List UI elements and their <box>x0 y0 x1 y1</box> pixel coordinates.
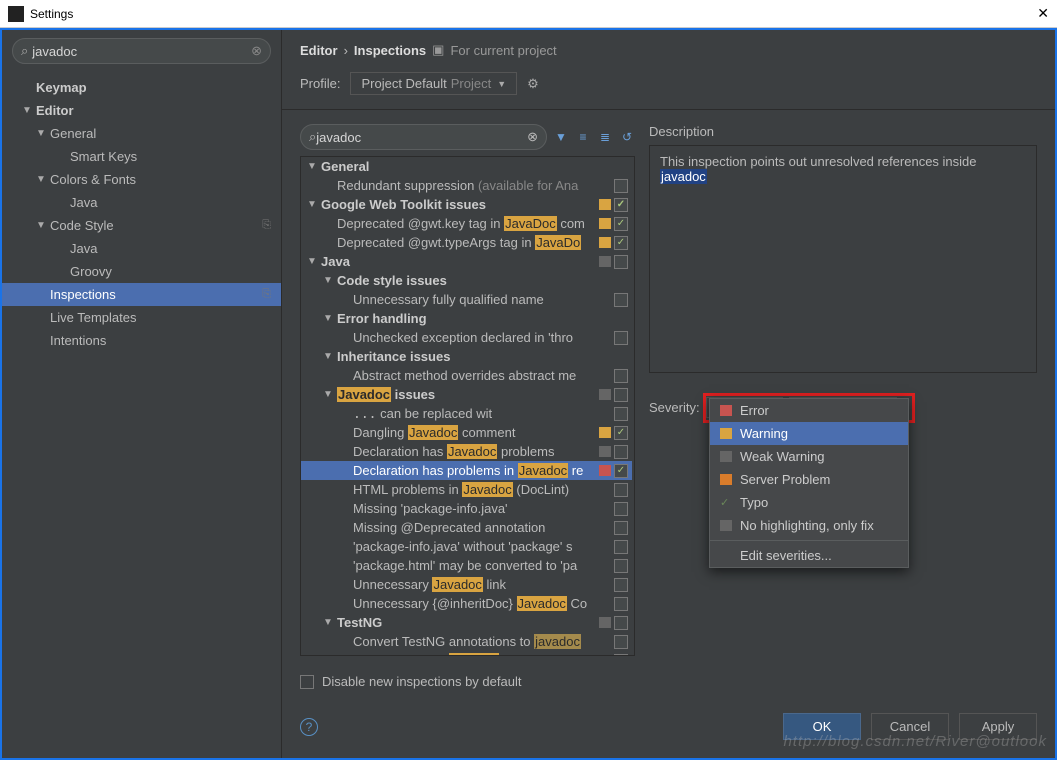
profile-row: Profile: Project Default Project ▼ ⚙ <box>282 66 1055 110</box>
cancel-button[interactable]: Cancel <box>871 713 949 740</box>
severity-option[interactable]: Error <box>710 399 908 422</box>
expand-icon[interactable]: ≡ <box>575 129 591 145</box>
sidebar-item[interactable]: Java <box>2 191 281 214</box>
inspection-item[interactable]: Deprecated @gwt.typeArgs tag in JavaDo✓ <box>301 233 632 252</box>
close-icon[interactable]: ✕ <box>1037 5 1049 22</box>
inspection-item[interactable]: Deprecated @gwt.key tag in JavaDoc com✓ <box>301 214 632 233</box>
chevron-down-icon: ▼ <box>497 79 506 89</box>
description-box: This inspection points out unresolved re… <box>649 145 1037 373</box>
description-text: This inspection points out unresolved re… <box>660 154 977 169</box>
sidebar-item[interactable]: Keymap <box>2 76 281 99</box>
sidebar-item[interactable]: ▼Editor <box>2 99 281 122</box>
severity-option[interactable]: Weak Warning <box>710 445 908 468</box>
main-panel: Editor › Inspections ▣ For current proje… <box>282 30 1055 758</box>
sidebar-item[interactable]: Inspections⎘ <box>2 283 281 306</box>
inspection-item[interactable]: Redundant suppression (available for Ana <box>301 176 632 195</box>
severity-option[interactable]: ✓Typo <box>710 491 908 514</box>
description-label: Description <box>649 124 1037 139</box>
ok-button[interactable]: OK <box>783 713 861 740</box>
breadcrumb-inspections: Inspections <box>354 43 426 58</box>
inspections-search-value: javadoc <box>316 130 527 145</box>
inspection-group[interactable]: ▼Java <box>301 252 632 271</box>
filter-icon[interactable]: ▼ <box>553 129 569 145</box>
sidebar-search-value: javadoc <box>32 44 251 59</box>
project-scope-icon: ▣ <box>432 42 444 58</box>
inspection-item[interactable]: HTML problems in Javadoc (DocLint) <box>301 480 632 499</box>
severity-option[interactable]: Warning <box>710 422 908 445</box>
clear-icon[interactable]: ⊗ <box>251 43 262 59</box>
sidebar-item[interactable]: Smart Keys <box>2 145 281 168</box>
help-icon[interactable]: ? <box>300 718 318 736</box>
severity-dropdown[interactable]: ErrorWarningWeak WarningServer Problem✓T… <box>709 398 909 568</box>
search-icon: ⌕ <box>21 43 28 59</box>
clear-icon[interactable]: ⊗ <box>527 129 538 145</box>
inspection-group[interactable]: ▼Code style issues <box>301 271 632 290</box>
inspection-item[interactable]: Abstract method overrides abstract me <box>301 366 632 385</box>
profile-label: Profile: <box>300 76 340 91</box>
inspection-item[interactable]: Unchecked exception declared in 'thro <box>301 328 632 347</box>
inspection-item[interactable]: Missing 'package-info.java' <box>301 499 632 518</box>
inspection-group[interactable]: ▼TestNG <box>301 613 632 632</box>
edit-severities[interactable]: Edit severities... <box>710 544 908 567</box>
inspection-group[interactable]: ▼Javadoc issues <box>301 385 632 404</box>
settings-sidebar: ⌕ javadoc ⊗ Keymap▼Editor▼GeneralSmart K… <box>2 30 282 758</box>
inspections-right-pane: Description This inspection points out u… <box>649 124 1037 656</box>
sidebar-tree: Keymap▼Editor▼GeneralSmart Keys▼Colors &… <box>2 72 281 356</box>
sidebar-item[interactable]: Intentions <box>2 329 281 352</box>
description-highlight: javadoc <box>660 169 707 184</box>
severity-option[interactable]: No highlighting, only fix <box>710 514 908 537</box>
inspections-search[interactable]: ⌕ javadoc ⊗ <box>300 124 547 150</box>
profile-value: Project Default <box>361 76 446 91</box>
disable-row: Disable new inspections by default <box>282 666 1055 703</box>
apply-button[interactable]: Apply <box>959 713 1037 740</box>
disable-checkbox[interactable] <box>300 675 314 689</box>
gear-icon[interactable]: ⚙ <box>527 76 539 92</box>
sidebar-item[interactable]: ▼Code Style⎘ <box>2 214 281 237</box>
breadcrumb: Editor › Inspections ▣ For current proje… <box>282 30 1055 66</box>
app-icon <box>8 6 24 22</box>
dialog-buttons: ? OK Cancel Apply <box>282 703 1055 758</box>
sidebar-item[interactable]: ▼General <box>2 122 281 145</box>
inspection-item[interactable]: Unnecessary fully qualified name <box>301 290 632 309</box>
inspection-item[interactable]: 'package-info.java' without 'package' s <box>301 537 632 556</box>
sidebar-item[interactable]: Live Templates <box>2 306 281 329</box>
breadcrumb-editor[interactable]: Editor <box>300 43 338 58</box>
inspection-item[interactable]: Unnecessary {@inheritDoc} Javadoc Co <box>301 594 632 613</box>
collapse-icon[interactable]: ≣ <box>597 129 613 145</box>
sidebar-item[interactable]: Java <box>2 237 281 260</box>
window-title: Settings <box>30 7 1037 21</box>
inspection-item[interactable]: Missing @Deprecated annotation <box>301 518 632 537</box>
profile-suffix: Project <box>451 76 491 91</box>
inspection-item[interactable]: Dangling Javadoc comment✓ <box>301 423 632 442</box>
inspection-item[interactable]: Declaration has problems in Javadoc re✓ <box>301 461 632 480</box>
inspection-group[interactable]: ▼Google Web Toolkit issues✓ <box>301 195 632 214</box>
inspection-group[interactable]: ▼Inheritance issues <box>301 347 632 366</box>
inspection-item[interactable]: Unnecessary Javadoc link <box>301 575 632 594</box>
severity-option[interactable]: Server Problem <box>710 468 908 491</box>
disable-label: Disable new inspections by default <box>322 674 521 689</box>
titlebar: Settings ✕ <box>0 0 1057 28</box>
inspections-left-pane: ⌕ javadoc ⊗ ▼ ≡ ≣ ↺ ▼GeneralRedundant su… <box>300 124 635 656</box>
inspections-tree[interactable]: ▼GeneralRedundant suppression (available… <box>301 157 634 655</box>
inspection-group[interactable]: ▼Error handling <box>301 309 632 328</box>
sidebar-item[interactable]: Groovy <box>2 260 281 283</box>
inspection-item[interactable]: Declaration has Javadoc problems <box>301 442 632 461</box>
sidebar-item[interactable]: ▼Colors & Fonts <box>2 168 281 191</box>
inspection-item[interactable]: Convert TestNG annotations to javadoc <box>301 632 632 651</box>
profile-select[interactable]: Project Default Project ▼ <box>350 72 517 95</box>
reset-icon[interactable]: ↺ <box>619 129 635 145</box>
sidebar-search[interactable]: ⌕ javadoc ⊗ <box>12 38 271 64</box>
breadcrumb-scope: For current project <box>450 43 556 58</box>
inspection-group[interactable]: ▼General <box>301 157 632 176</box>
severity-label: Severity: <box>649 400 700 415</box>
inspection-item[interactable]: Convert TestNG Javadoc to 1.5 annotat <box>301 651 632 655</box>
inspection-item[interactable]: ... can be replaced wit <box>301 404 632 423</box>
inspection-item[interactable]: 'package.html' may be converted to 'pa <box>301 556 632 575</box>
